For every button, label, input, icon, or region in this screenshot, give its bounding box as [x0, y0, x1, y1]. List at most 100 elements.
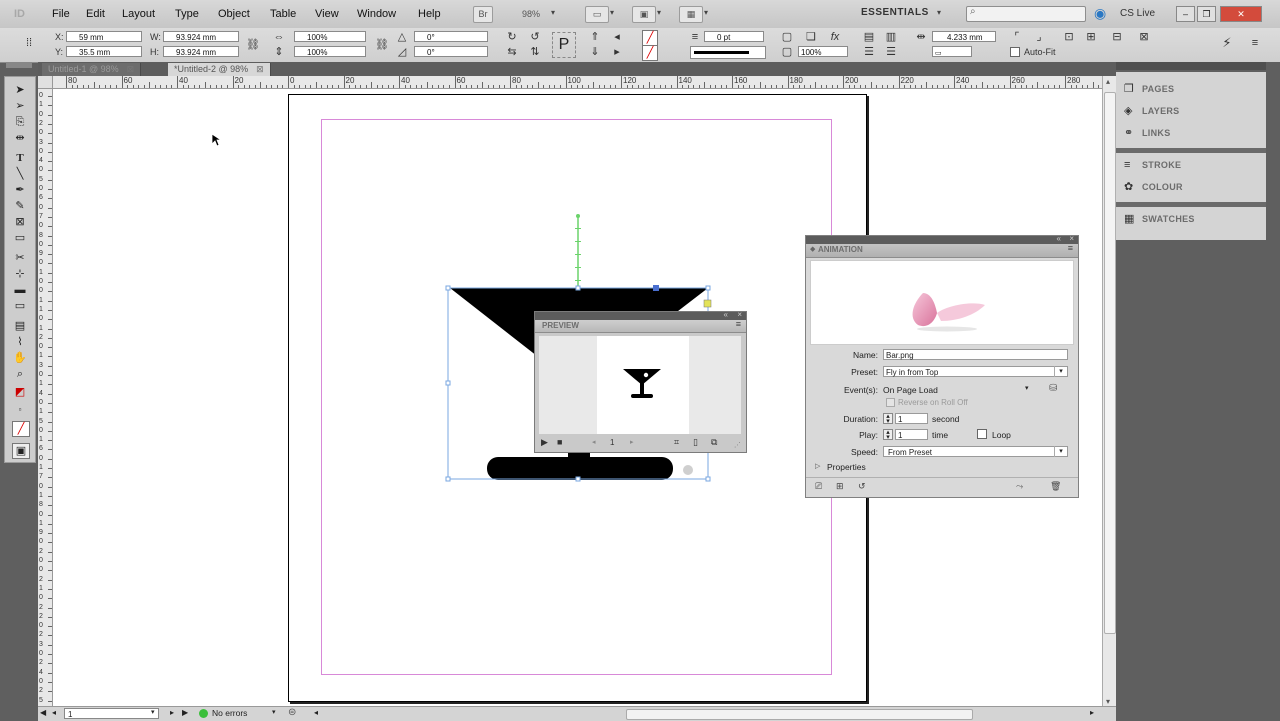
- stroke-swatch-icon[interactable]: ╱: [642, 45, 658, 61]
- toolbox-grip[interactable]: [6, 62, 32, 68]
- chevron-down-icon[interactable]: ▾: [1054, 446, 1067, 457]
- layers-panel-button[interactable]: ◈LAYERS: [1124, 102, 1179, 120]
- pages-panel-button[interactable]: ❐PAGES: [1124, 80, 1174, 98]
- vertical-ruler[interactable]: 0102030405060708090100110120130140150160…: [38, 76, 53, 706]
- swatches-panel-button[interactable]: ▦SWATCHES: [1124, 210, 1195, 228]
- menu-window[interactable]: Window: [357, 8, 396, 20]
- menu-object[interactable]: Object: [218, 8, 250, 20]
- preview-spread-icon[interactable]: ▯: [693, 437, 698, 448]
- animation-panel-header[interactable]: « ×: [806, 236, 1078, 244]
- tab-untitled-2[interactable]: *Untitled-2 @ 98%⊠: [168, 63, 271, 76]
- w-field[interactable]: 93.924 mm: [163, 31, 239, 42]
- close-icon[interactable]: ✕: [1220, 6, 1262, 22]
- y-field[interactable]: 35.5 mm: [66, 46, 142, 57]
- next-page-icon[interactable]: ▸: [170, 708, 174, 717]
- speed-select[interactable]: From Preset ▾: [883, 446, 1068, 457]
- loop-checkbox[interactable]: [977, 429, 987, 439]
- default-colors-icon[interactable]: ▫: [10, 403, 30, 417]
- constrain-proportions-icon[interactable]: ⛓: [246, 38, 260, 52]
- scroll-up-icon[interactable]: ▴: [1106, 77, 1110, 86]
- previous-page-icon[interactable]: ◂: [592, 438, 596, 446]
- close-icon[interactable]: ⊠: [256, 64, 264, 74]
- last-page-icon[interactable]: ▶: [182, 708, 188, 717]
- rotate-field[interactable]: 0°: [414, 31, 488, 42]
- line-tool-icon[interactable]: ╲: [10, 167, 30, 181]
- stroke-weight-field[interactable]: 0 pt: [704, 31, 764, 42]
- motion-path-start[interactable]: [576, 214, 580, 218]
- convert-motion-path-icon[interactable]: ⤳: [1016, 481, 1023, 492]
- menu-table[interactable]: Table: [270, 8, 296, 20]
- effects-icon[interactable]: ❏: [804, 30, 818, 44]
- stepper-icon[interactable]: ▴▾: [883, 413, 893, 424]
- note-tool-icon[interactable]: ▤: [10, 319, 30, 333]
- center-content-icon[interactable]: ⊟: [1110, 30, 1124, 44]
- event-options-icon[interactable]: ⛁: [1049, 383, 1057, 394]
- chevron-down-icon[interactable]: ▾: [610, 8, 614, 17]
- next-page-icon[interactable]: ▸: [630, 438, 634, 446]
- workspace-switcher[interactable]: ESSENTIALS: [861, 7, 929, 18]
- bridge-button[interactable]: Br: [473, 6, 493, 23]
- first-page-icon[interactable]: ◀: [40, 708, 46, 717]
- spacing-field[interactable]: 4.233 mm: [932, 31, 996, 42]
- stepper-icon[interactable]: ▴▾: [883, 429, 893, 440]
- constrain-scale-icon[interactable]: ⛓: [375, 38, 389, 52]
- chevron-down-icon[interactable]: ▾: [657, 8, 661, 17]
- type-tool-icon[interactable]: T: [10, 151, 30, 165]
- h-field[interactable]: 93.924 mm: [163, 46, 239, 57]
- content-grabber-handle[interactable]: [653, 285, 659, 291]
- ruler-origin[interactable]: [38, 76, 53, 89]
- fitting-select[interactable]: ▭: [932, 46, 972, 57]
- preset-select[interactable]: Fly in from Top ▾: [883, 366, 1068, 377]
- fill-proportionally-icon[interactable]: ⊞: [1084, 30, 1098, 44]
- maximize-icon[interactable]: ❐: [1197, 6, 1216, 22]
- scroll-right-icon[interactable]: ▸: [1090, 708, 1094, 717]
- menu-file[interactable]: File: [52, 8, 70, 20]
- scroll-down-icon[interactable]: ▾: [1106, 697, 1110, 706]
- hand-tool-icon[interactable]: ✋: [10, 351, 30, 365]
- previous-page-icon[interactable]: ◂: [52, 708, 56, 717]
- apply-none-icon[interactable]: ╱: [12, 421, 30, 437]
- chevron-down-icon[interactable]: ▾: [272, 708, 276, 716]
- flip-horizontal-icon[interactable]: ⇆: [505, 45, 519, 59]
- preview-selection-icon[interactable]: ⌗: [674, 437, 679, 448]
- screen-mode-icon[interactable]: ▣: [632, 6, 656, 23]
- horizontal-scroll-thumb[interactable]: [626, 709, 973, 720]
- text-wrap-bounding-icon[interactable]: ▥: [884, 30, 898, 44]
- menu-layout[interactable]: Layout: [122, 8, 155, 20]
- scale-y-field[interactable]: 100%: [294, 46, 366, 57]
- chevron-down-icon[interactable]: ▾: [1054, 366, 1067, 377]
- fill-stroke-swatch-icon[interactable]: ◩: [10, 385, 30, 399]
- close-icon[interactable]: ⊠: [127, 64, 135, 74]
- zoom-level[interactable]: 98%: [522, 9, 540, 19]
- resize-grip-icon[interactable]: ⋰: [734, 441, 741, 449]
- lightning-icon[interactable]: ⚡: [1220, 36, 1234, 50]
- scale-x-field[interactable]: 100%: [294, 31, 366, 42]
- colour-panel-button[interactable]: ✿COLOUR: [1124, 178, 1183, 196]
- rectangle-frame-tool-icon[interactable]: ⊠: [10, 215, 30, 229]
- shear-field[interactable]: 0°: [414, 46, 488, 57]
- collapse-icon[interactable]: «: [1057, 234, 1061, 243]
- view-options-icon[interactable]: ▭: [585, 6, 609, 23]
- rotate-ccw-icon[interactable]: ↺: [528, 30, 542, 44]
- out-port-handle[interactable]: [704, 300, 711, 307]
- menu-help[interactable]: Help: [418, 8, 441, 20]
- selection-tool-icon[interactable]: ➤: [10, 83, 30, 97]
- open-page-icon[interactable]: ⊜: [288, 707, 296, 718]
- close-icon[interactable]: ×: [737, 310, 742, 319]
- page-tool-icon[interactable]: ⎘: [10, 115, 30, 129]
- flip-vertical-icon[interactable]: ⇅: [528, 45, 542, 59]
- x-field[interactable]: 59 mm: [66, 31, 142, 42]
- preflight-status[interactable]: No errors: [212, 708, 247, 718]
- panel-menu-icon[interactable]: ≡: [736, 319, 741, 329]
- search-input[interactable]: ⌕: [966, 6, 1086, 22]
- fit-proportionally-icon[interactable]: ⊡: [1062, 30, 1076, 44]
- stop-icon[interactable]: ■: [557, 437, 562, 447]
- links-panel-button[interactable]: ⚭LINKS: [1124, 124, 1171, 142]
- fill-swatch-icon[interactable]: ╱: [642, 30, 658, 46]
- preview-document-icon[interactable]: ⧉: [711, 437, 717, 448]
- gradient-swatch-tool-icon[interactable]: ▬: [10, 283, 30, 297]
- direct-selection-tool-icon[interactable]: ➢: [10, 99, 30, 113]
- gradient-feather-tool-icon[interactable]: ▭: [10, 299, 30, 313]
- page-number-field[interactable]: 1: [64, 708, 159, 719]
- trash-icon[interactable]: 🗑: [1050, 481, 1061, 492]
